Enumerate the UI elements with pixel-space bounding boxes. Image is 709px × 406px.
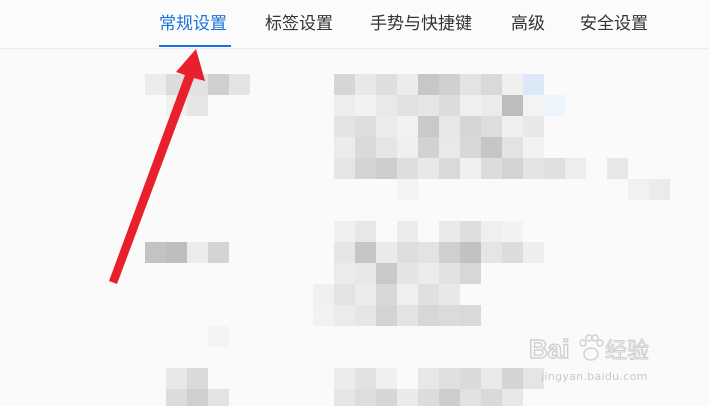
baidu-paw-logo-icon: Bai 经验 xyxy=(528,333,649,364)
settings-window: 常规设置 标签设置 手势与快捷键 高级 安全设置 Bai 经验 jingyan.… xyxy=(0,0,709,406)
baidu-jingyan-watermark: Bai 经验 jingyan.baidu.com xyxy=(527,328,677,388)
watermark-url: jingyan.baidu.com xyxy=(541,370,648,383)
svg-text:经验: 经验 xyxy=(605,339,649,364)
svg-text:Bai: Bai xyxy=(529,334,569,364)
